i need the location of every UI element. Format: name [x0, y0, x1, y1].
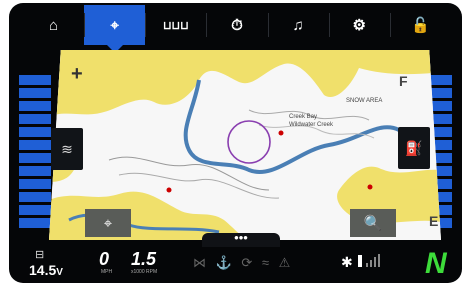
ellipsis-icon: •••: [234, 230, 248, 245]
map-label: Creek Bay: [289, 114, 318, 120]
tab-audio[interactable]: ♫: [267, 5, 329, 45]
gear-indicator: N: [425, 247, 447, 280]
rpm-unit: x1000 RPM: [131, 269, 158, 275]
fuel-pump-icon: ⛽: [405, 139, 423, 156]
battery-icon: ⊟: [35, 249, 45, 261]
level-bar: [19, 153, 51, 163]
depth-ruler-icon: ⊔⊔⊔: [162, 19, 189, 32]
search-icon: 🔍: [363, 215, 383, 232]
gear-icon: ⚙: [352, 17, 366, 34]
map-label: SNOW AREA: [346, 98, 383, 104]
level-bar: [19, 140, 51, 150]
display-screen: ⌂ ⌖ ⊔⊔⊔ ⏱ ♫ ⚙ 🔓 Creek Bay Wildwater Cree…: [9, 3, 462, 283]
tab-home[interactable]: ⌂: [23, 5, 84, 45]
speedometer-icon: ⏱: [231, 16, 243, 34]
level-bar: [19, 179, 51, 189]
battery-voltage: 14.5V: [29, 262, 63, 278]
crosshair-icon: ⌖: [103, 214, 113, 232]
tab-depth[interactable]: ⊔⊔⊔: [145, 5, 206, 45]
more-options-button[interactable]: •••: [202, 230, 280, 247]
tab-gauges[interactable]: ⏱: [206, 5, 267, 45]
rpm-value: 1.5: [131, 249, 157, 269]
compass-marker: F: [399, 73, 408, 89]
speed-value: 0: [99, 249, 110, 269]
level-bar: [19, 192, 51, 202]
fuel-button[interactable]: ⛽: [398, 127, 430, 169]
level-bar: [19, 205, 51, 215]
boat-wake-icon: ≋: [61, 140, 73, 157]
left-level-bars: [19, 75, 51, 231]
level-bar: [19, 101, 51, 111]
tab-lock[interactable]: 🔓: [389, 5, 451, 45]
home-icon: ⌂: [49, 16, 59, 34]
level-bar: [19, 114, 51, 124]
location-pin-icon: ⌖: [110, 16, 119, 34]
signal-strength-icon: [358, 254, 380, 267]
level-bar: [19, 166, 51, 176]
compass-marker: E: [429, 213, 439, 229]
level-bar: [19, 75, 51, 85]
status-bar: ⊟ 14.5V 0 MPH 1.5 x1000 RPM ⋈ ⚓ ⟳ ≈ ⚠ ✱ …: [23, 247, 451, 283]
level-bar: [19, 127, 51, 137]
level-bar: [19, 88, 51, 98]
tab-navigation[interactable]: ⌖: [84, 5, 146, 53]
speed-unit: MPH: [101, 269, 113, 275]
level-bar: [19, 218, 51, 228]
search-button[interactable]: 🔍: [350, 209, 396, 237]
wake-mode-button[interactable]: ≋: [51, 128, 83, 170]
unlock-icon: 🔓: [411, 17, 430, 34]
music-note-icon: ♫: [292, 16, 304, 34]
zoom-in-button[interactable]: +: [71, 63, 83, 86]
bluetooth-icon: ✱: [341, 254, 353, 270]
tab-settings[interactable]: ⚙: [328, 5, 390, 45]
map-label: Wildwater Creek: [289, 122, 334, 128]
locate-button[interactable]: ⌖: [85, 209, 131, 237]
top-navigation: ⌂ ⌖ ⊔⊔⊔ ⏱ ♫ ⚙ 🔓: [23, 5, 451, 53]
warning-indicators: ⋈ ⚓ ⟳ ≈ ⚠: [193, 255, 294, 270]
